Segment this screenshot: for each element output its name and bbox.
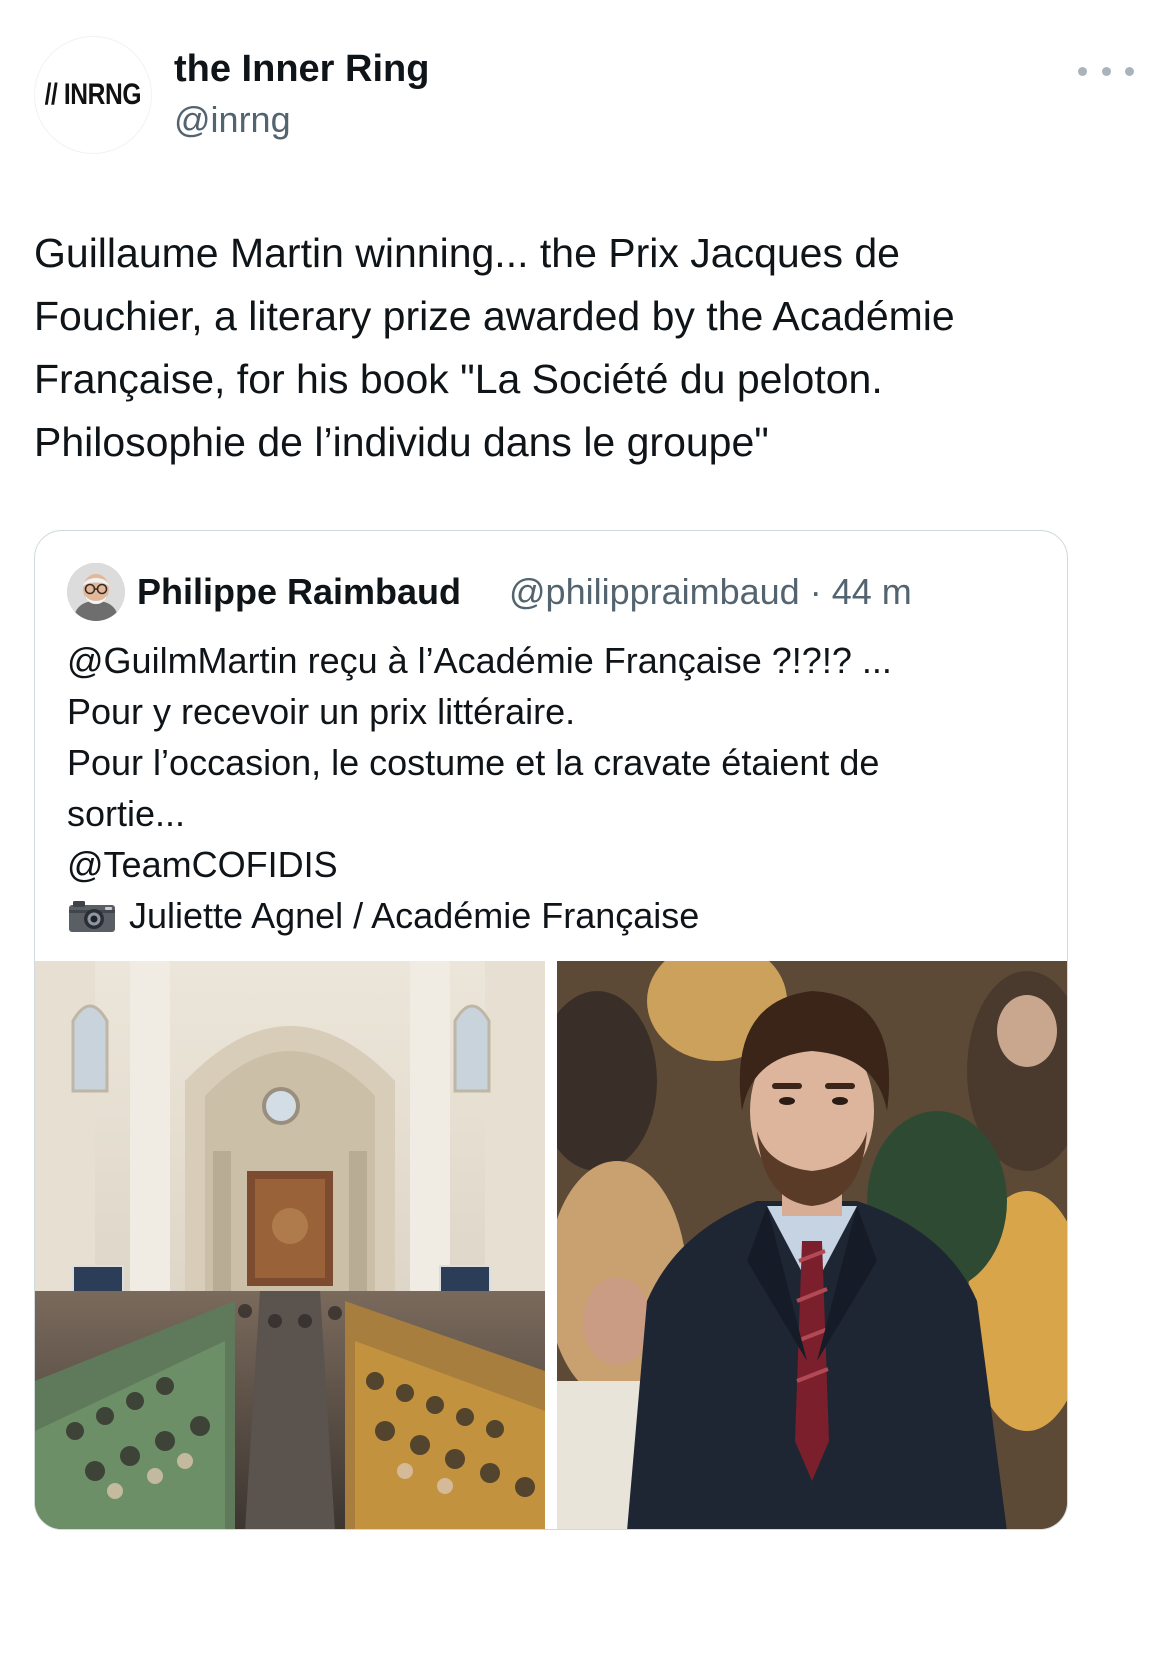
more-horizontal-icon	[1101, 66, 1111, 76]
photo-image[interactable]	[557, 961, 1067, 1529]
portrait-photo	[557, 961, 1067, 1529]
photo-image[interactable]	[35, 961, 545, 1529]
avatar-photo-icon	[67, 563, 125, 621]
quoted-author-handle-time[interactable]: @philippraimbaud · 44 m	[509, 569, 912, 615]
photo-credit: Juliette Agnel / Académie Française	[67, 890, 699, 941]
quoted-tweet[interactable]: Philippe Raimbaud @philippraimbaud · 44 …	[34, 530, 1068, 1530]
media-grid	[35, 961, 1067, 1529]
avatar-logo-text: // INRNG	[44, 78, 142, 111]
tweet-text: Guillaume Martin winning... the Prix Jac…	[34, 230, 955, 465]
camera-icon	[69, 900, 115, 932]
tweet-header: // INRNG the Inner Ring @inrng	[34, 36, 1134, 156]
author-name[interactable]: the Inner Ring	[174, 46, 429, 92]
quoted-author-avatar[interactable]	[67, 563, 125, 621]
author-avatar[interactable]: // INRNG	[34, 36, 152, 154]
hall-photo	[35, 961, 545, 1529]
quoted-tweet-text: @GuilmMartin reçu à l’Académie Française…	[67, 640, 892, 885]
more-options-button[interactable]	[1078, 56, 1134, 86]
photo-credit-text: Juliette Agnel / Académie Française	[129, 895, 700, 936]
more-horizontal-icon	[1078, 66, 1087, 76]
more-horizontal-icon	[1125, 66, 1134, 76]
author-handle[interactable]: @inrng	[174, 98, 291, 142]
quoted-author-name[interactable]: Philippe Raimbaud	[137, 569, 461, 615]
quoted-tweet-header: Philippe Raimbaud @philippraimbaud · 44 …	[67, 563, 1047, 623]
